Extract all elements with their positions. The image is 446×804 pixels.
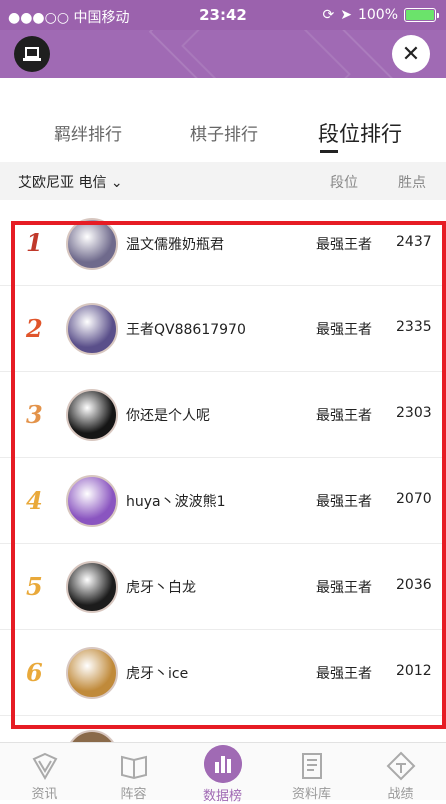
region-label: 艾欧尼亚 电信 [18,175,107,191]
column-header-tier: 段位 [330,175,358,191]
location-icon: ➤ [340,7,352,23]
tier-label: 最强王者 [316,408,372,424]
ranking-tabs: 羁绊排行 棋子排行 段位排行 [0,78,446,162]
player-name: 虎牙丶ice [126,666,189,682]
avatar [66,218,118,270]
ranking-row[interactable]: 1 温文儒雅奶瓶君 最强王者 2437 [0,200,446,286]
nav-database[interactable]: 资料库 [267,743,356,802]
ranking-row[interactable]: 6 虎牙丶ice 最强王者 2012 [0,630,446,716]
player-name: 温文儒雅奶瓶君 [126,237,224,253]
points-value: 2437 [396,234,432,250]
nav-label: 战绩 [387,787,414,802]
document-icon [301,753,322,779]
ranking-list[interactable]: 1 温文儒雅奶瓶君 最强王者 2437 2 王者QV88617970 最强王者 … [0,200,446,742]
player-name: 虎牙丶白龙 [126,580,196,596]
tier-label: 最强王者 [316,494,372,510]
ranking-row[interactable]: 2 王者QV88617970 最强王者 2335 [0,286,446,372]
book-icon [120,755,147,780]
filter-bar: 艾欧尼亚 电信 ⌄ 段位 胜点 [0,162,446,200]
rank-number: 4 [26,486,43,515]
lock-rotation-icon: ⟳ [322,7,335,23]
rank-number: 1 [26,228,43,257]
tier-label: 最强王者 [316,666,372,682]
tier-label: 最强王者 [316,237,372,253]
rank-number: 3 [26,400,43,429]
app-logo-button[interactable] [14,36,50,72]
avatar [66,303,118,355]
player-name: huya丶波波熊1 [126,494,226,510]
shield-icon [32,752,57,780]
avatar [66,561,118,613]
tab-piece-ranking[interactable]: 棋子排行 [190,120,258,145]
points-value: 2335 [396,319,432,335]
tab-tier-ranking[interactable]: 段位排行 [318,118,402,148]
nav-label: 阵容 [120,787,147,802]
column-header-points: 胜点 [398,175,426,191]
close-button[interactable]: ✕ [392,35,430,73]
ranking-row[interactable]: 4 huya丶波波熊1 最强王者 2070 [0,458,446,544]
nav-lineup[interactable]: 阵容 [89,743,178,802]
player-name: 王者QV88617970 [126,322,246,338]
ranking-row[interactable]: 3 你还是个人呢 最强王者 2303 [0,372,446,458]
active-tab-indicator [320,150,338,153]
rank-number: 5 [26,572,43,601]
ranking-row[interactable]: 5 虎牙丶白龙 最强王者 2036 [0,544,446,630]
tab-bond-ranking[interactable]: 羁绊排行 [54,120,122,145]
rank-number: 6 [26,658,43,687]
nav-label: 资讯 [31,787,58,802]
avatar [66,730,118,742]
avatar [66,647,118,699]
points-value: 2036 [396,577,432,593]
chevron-down-icon: ⌄ [110,175,123,191]
ranking-row-partial[interactable] [0,716,446,742]
trophy-icon [386,751,415,781]
nav-label: 资料库 [291,787,331,802]
nav-data-board[interactable]: 数据榜 [178,743,267,804]
battery-icon [404,8,439,22]
tier-label: 最强王者 [316,322,372,338]
nav-label: 数据榜 [202,789,242,804]
rank-number: 2 [26,314,43,343]
bottom-nav: 资讯 阵容 数据榜 资料库 战绩 [0,742,446,804]
points-value: 2012 [396,663,432,679]
bar-chart-icon [203,745,242,783]
tower-icon [23,47,41,61]
nav-record[interactable]: 战绩 [356,743,445,802]
points-value: 2070 [396,491,432,507]
status-right: ⟳ ➤ 100% [322,7,439,23]
app-header: ✕ [0,30,446,78]
nav-news[interactable]: 资讯 [0,743,89,802]
status-bar: ●●●○○ 中国移动 23:42 ⟳ ➤ 100% [0,0,446,30]
avatar [66,389,118,441]
tier-label: 最强王者 [316,580,372,596]
region-selector[interactable]: 艾欧尼亚 电信 ⌄ [18,172,123,192]
points-value: 2303 [396,405,432,421]
battery-label: 100% [357,7,398,23]
avatar [66,475,118,527]
player-name: 你还是个人呢 [126,408,210,424]
close-icon: ✕ [401,41,421,67]
